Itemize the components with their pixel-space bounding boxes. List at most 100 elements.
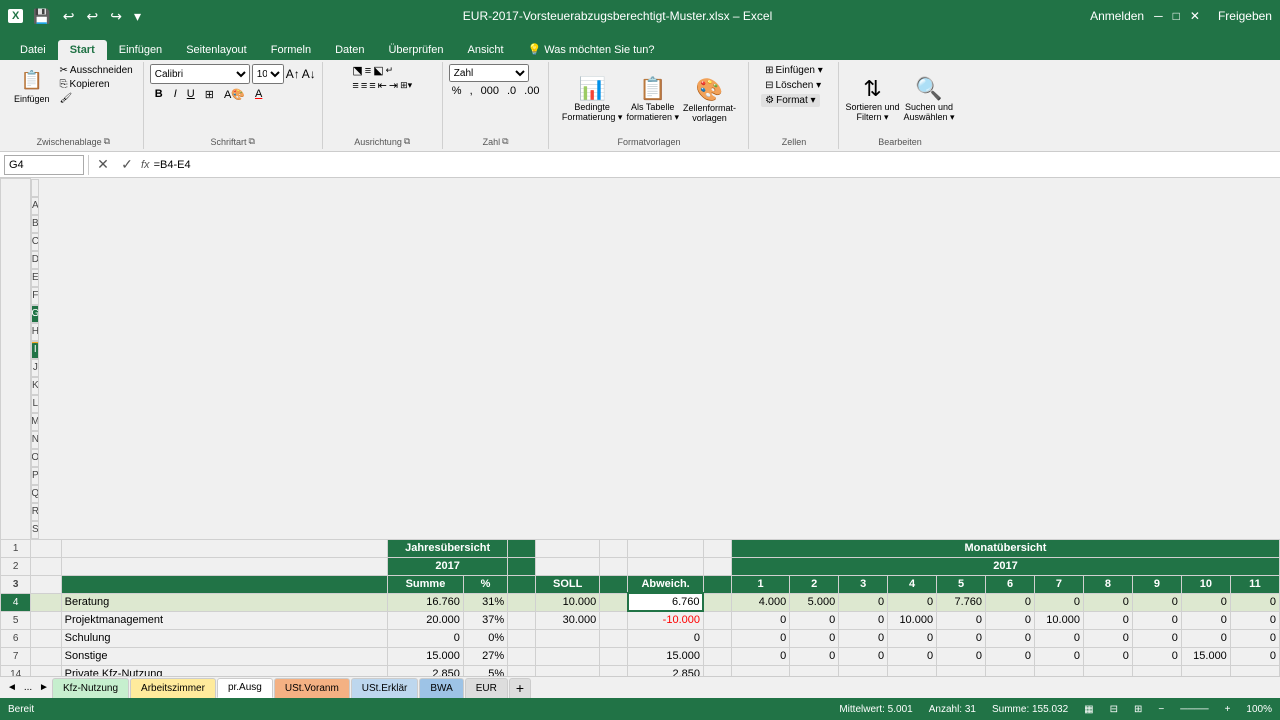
col-header-O[interactable]: O <box>31 449 39 467</box>
tab-formeln[interactable]: Formeln <box>259 40 323 60</box>
r6-P[interactable]: 0 <box>1083 629 1132 647</box>
align-center-icon[interactable]: ≡ <box>361 80 367 92</box>
r5-B[interactable]: 20.000 <box>388 611 464 629</box>
r5-K[interactable]: 0 <box>839 611 888 629</box>
tab-start[interactable]: Start <box>58 40 107 60</box>
align-tc-icon[interactable]: ≡ <box>365 65 371 77</box>
tab-arbeitszimmer[interactable]: Arbeitszimmer <box>130 678 216 698</box>
r6-N[interactable]: 0 <box>986 629 1035 647</box>
bedingte-formatierung-button[interactable]: 📊 BedingteFormatierung ▾ <box>562 76 623 123</box>
r6-B[interactable]: 0 <box>388 629 464 647</box>
r6-J[interactable]: 0 <box>790 629 839 647</box>
sheet-area[interactable]: A B C D E F G H I J K L M N O P Q R <box>0 178 1280 676</box>
r6-M[interactable]: 0 <box>937 629 986 647</box>
col-header-M[interactable]: M <box>31 413 39 431</box>
bold-button[interactable]: B <box>150 86 168 102</box>
tab-prev[interactable]: ... <box>20 682 36 693</box>
r4-A[interactable]: Beratung <box>61 593 387 611</box>
r6-S[interactable]: 0 <box>1230 629 1279 647</box>
r14-J[interactable] <box>790 665 839 676</box>
freigeben-btn[interactable]: Freigeben <box>1218 9 1272 23</box>
r6-G[interactable]: 0 <box>628 629 704 647</box>
r7-C[interactable]: 27% <box>463 647 507 665</box>
r7-K[interactable]: 0 <box>839 647 888 665</box>
zoom-out-icon[interactable]: − <box>1158 704 1164 715</box>
col-header-J[interactable]: J <box>31 359 39 377</box>
tab-next[interactable]: ► <box>36 682 52 693</box>
r4-R[interactable]: 0 <box>1181 593 1230 611</box>
r4-I[interactable]: 4.000 <box>731 593 789 611</box>
r14-R[interactable] <box>1181 665 1230 676</box>
r4-S[interactable]: 0 <box>1230 593 1279 611</box>
tab-ansicht[interactable]: Ansicht <box>455 40 515 60</box>
zoom-slider[interactable]: ──── <box>1180 704 1208 715</box>
formula-input[interactable]: =B4-E4 <box>154 159 1276 171</box>
einfuegen-button[interactable]: ⊞ Einfügen ▾ <box>761 64 827 77</box>
col-header-L[interactable]: L <box>31 395 39 413</box>
r6-O[interactable]: 0 <box>1035 629 1084 647</box>
tab-einfuegen[interactable]: Einfügen <box>107 40 174 60</box>
align-right-icon[interactable]: ≡ <box>369 80 375 92</box>
restore-icon[interactable]: □ <box>1173 9 1180 23</box>
r5-E[interactable]: 30.000 <box>536 611 600 629</box>
r4-P[interactable]: 0 <box>1083 593 1132 611</box>
r4-Q[interactable]: 0 <box>1132 593 1181 611</box>
merge-button[interactable]: ⊞▾ <box>400 80 412 91</box>
font-family-select[interactable]: Calibri <box>150 64 250 84</box>
ausrichtung-expand-icon[interactable]: ⧉ <box>404 136 410 147</box>
r14-G[interactable]: 2.850 <box>628 665 704 676</box>
align-left-icon[interactable]: ≡ <box>352 80 358 92</box>
r6-Q[interactable]: 0 <box>1132 629 1181 647</box>
r7-E[interactable] <box>536 647 600 665</box>
loeschen-button[interactable]: ⊟ Löschen ▾ <box>761 79 825 92</box>
r14-N[interactable] <box>986 665 1035 676</box>
copy-button[interactable]: ⎘ Kopieren <box>56 78 137 91</box>
col-header-G[interactable]: G <box>31 305 39 323</box>
tab-kfz-nutzung[interactable]: Kfz-Nutzung <box>52 678 129 698</box>
r7-O[interactable]: 0 <box>1035 647 1084 665</box>
r14-K[interactable] <box>839 665 888 676</box>
tab-help[interactable]: 💡 Was möchten Sie tun? <box>516 39 667 60</box>
tab-ust-erklar[interactable]: USt.Erklär <box>351 678 419 698</box>
schriftart-expand-icon[interactable]: ⧉ <box>249 136 255 147</box>
border-button[interactable]: ⊞ <box>201 87 218 102</box>
view-normal-icon[interactable]: ▦ <box>1084 704 1093 715</box>
r14-S[interactable] <box>1230 665 1279 676</box>
redo-icon[interactable]: ↪ <box>106 6 126 27</box>
r6-R[interactable]: 0 <box>1181 629 1230 647</box>
sortieren-button[interactable]: ⇅ Sortieren undFiltern ▾ <box>845 76 899 123</box>
r7-N[interactable]: 0 <box>986 647 1035 665</box>
r4-J[interactable]: 5.000 <box>790 593 839 611</box>
r7-J[interactable]: 0 <box>790 647 839 665</box>
r6-C[interactable]: 0% <box>463 629 507 647</box>
als-tabelle-button[interactable]: 📋 Als Tabelleformatieren ▾ <box>626 76 679 123</box>
r14-L[interactable] <box>888 665 937 676</box>
suchen-button[interactable]: 🔍 Suchen undAuswählen ▾ <box>904 76 955 123</box>
r4-K[interactable]: 0 <box>839 593 888 611</box>
r5-Q[interactable]: 0 <box>1132 611 1181 629</box>
col-header-K[interactable]: K <box>31 377 39 395</box>
r5-C[interactable]: 37% <box>463 611 507 629</box>
r5-I[interactable]: 0 <box>731 611 789 629</box>
indent-inc-icon[interactable]: ⇥ <box>389 79 398 92</box>
col-header-A[interactable]: A <box>31 197 39 215</box>
tab-pr-ausg[interactable]: pr.Ausg <box>217 678 273 698</box>
col-header-D[interactable]: D <box>31 251 39 269</box>
undo2-icon[interactable]: ↩ <box>83 6 103 27</box>
col-header-N[interactable]: N <box>31 431 39 449</box>
r5-M[interactable]: 0 <box>937 611 986 629</box>
view-page-icon[interactable]: ⊟ <box>1110 704 1118 715</box>
confirm-formula-icon[interactable]: ✓ <box>117 156 137 173</box>
col-header-Q[interactable]: Q <box>31 485 39 503</box>
zwischenablage-expand-icon[interactable]: ⧉ <box>104 136 110 147</box>
r4-O[interactable]: 0 <box>1035 593 1084 611</box>
r7-L[interactable]: 0 <box>888 647 937 665</box>
comma-button[interactable]: , <box>467 84 476 98</box>
paste-button[interactable]: 📋 Einfügen <box>10 64 54 106</box>
row-4[interactable]: 4 Beratung 16.760 31% 10.000 6.760 4.000… <box>1 593 1280 611</box>
r7-A[interactable]: Sonstige <box>61 647 387 665</box>
number-format-select[interactable]: Zahl <box>449 64 529 82</box>
col-header-B[interactable]: B <box>31 215 39 233</box>
r4-G[interactable]: 6.760 <box>628 593 704 611</box>
r14-E[interactable] <box>536 665 600 676</box>
